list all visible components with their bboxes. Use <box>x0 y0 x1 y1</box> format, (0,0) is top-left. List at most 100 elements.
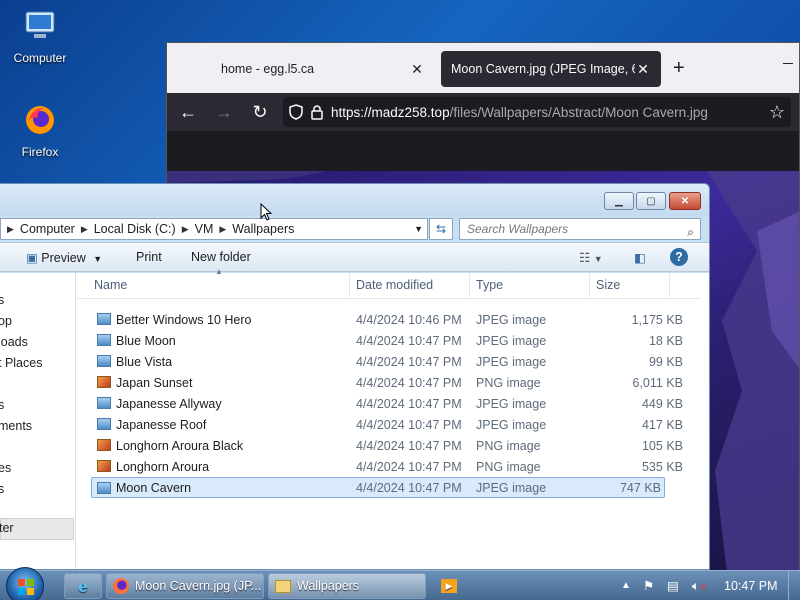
back-icon[interactable]: ← <box>175 99 201 125</box>
maximize-button[interactable]: ▢ <box>636 192 666 210</box>
file-type: PNG image <box>476 376 541 390</box>
desktop-icon-label: Firefox <box>21 145 59 159</box>
internet-explorer-icon: e <box>77 576 89 596</box>
nav-item[interactable]: es <box>0 461 11 475</box>
file-size: 417 KB <box>641 418 683 432</box>
url-bar[interactable]: https://madz258.top/files/Wallpapers/Abs… <box>283 97 791 127</box>
clock[interactable]: 10:47 PM <box>724 571 778 600</box>
command-bar: ▣ Preview ▼ Print New folder ☷ ▼ ◧ ? <box>0 242 709 272</box>
show-desktop-button[interactable] <box>788 571 800 600</box>
nav-item[interactable]: s <box>0 398 4 412</box>
chevron-right-icon[interactable]: ▶ <box>79 224 90 235</box>
main-pane: s op loads t Places s ments es s ter ▲ N… <box>0 267 709 569</box>
table-row[interactable]: Moon Cavern 4/4/2024 10:47 PM JPEG image 74… <box>91 477 665 498</box>
table-row[interactable]: Longhorn Aroura Black 4/4/2024 10:47 PM PN… <box>77 435 701 456</box>
image-file-icon <box>97 460 111 472</box>
address-bar[interactable]: ▶ Computer ▶ Local Disk (C:) ▶ VM ▶ Wall… <box>0 218 428 240</box>
file-type: JPEG image <box>476 313 547 327</box>
column-header-date[interactable]: Date modified <box>356 278 433 292</box>
desktop-icon-computer[interactable]: Computer <box>0 8 80 65</box>
search-icon: ⌕ <box>687 225 694 239</box>
table-row[interactable]: Better Windows 10 Hero 4/4/2024 10:46 PM J… <box>77 309 701 330</box>
table-row[interactable]: Japan Sunset 4/4/2024 10:47 PM PNG image 6,… <box>77 372 701 393</box>
tab-label: Moon Cavern.jpg (JPEG Image, 6000 <box>451 62 635 76</box>
nav-item[interactable]: s <box>0 482 4 496</box>
table-row[interactable]: Japanesse Allyway 4/4/2024 10:47 PM JPEG i… <box>77 393 701 414</box>
close-icon[interactable]: ✕ <box>409 61 425 78</box>
desktop-icon-firefox[interactable]: Firefox <box>0 102 80 159</box>
nav-item[interactable]: op <box>0 314 12 328</box>
taskbar-explorer-button[interactable]: Wallpapers <box>268 573 426 599</box>
lock-icon[interactable] <box>311 104 323 120</box>
shield-icon[interactable] <box>289 104 303 120</box>
navigation-pane: s op loads t Places s ments es s ter <box>0 273 76 569</box>
view-options-button[interactable]: ☷ ▼ <box>579 250 603 265</box>
flag-icon[interactable]: ⚑ <box>643 571 654 600</box>
nav-item[interactable]: loads <box>0 335 28 349</box>
start-button[interactable] <box>6 567 44 600</box>
file-size: 449 KB <box>641 397 683 411</box>
url-text[interactable]: https://madz258.top/files/Wallpapers/Abs… <box>331 105 761 120</box>
nav-item[interactable]: t Places <box>0 356 42 370</box>
column-header-size[interactable]: Size <box>596 278 620 292</box>
breadcrumb-vm[interactable]: VM <box>191 222 218 236</box>
file-date: 4/4/2024 10:47 PM <box>356 376 462 390</box>
file-size: 18 KB <box>648 334 683 348</box>
nav-item-selected[interactable]: ter <box>0 518 74 540</box>
chevron-down-icon[interactable]: ▼ <box>414 224 423 234</box>
print-button[interactable]: Print <box>136 250 162 264</box>
taskbar-media-button[interactable]: ▶ <box>434 573 464 599</box>
taskbar-ie-button[interactable]: e <box>64 573 102 599</box>
volume-muted-icon[interactable]: 🔈︎✕ <box>692 571 707 600</box>
new-tab-icon[interactable]: + <box>673 57 685 80</box>
close-icon[interactable]: ✕ <box>635 61 651 78</box>
chevron-right-icon[interactable]: ▶ <box>5 224 16 235</box>
breadcrumb-local-disk[interactable]: Local Disk (C:) <box>90 222 180 236</box>
close-button[interactable]: ✕ <box>669 192 701 210</box>
file-type: JPEG image <box>476 334 547 348</box>
search-input[interactable]: Search Wallpapers ⌕ <box>459 218 701 240</box>
show-hidden-icons[interactable]: ▲ <box>621 571 631 600</box>
star-icon[interactable]: ☆ <box>769 102 785 123</box>
chevron-right-icon[interactable]: ▶ <box>217 224 228 235</box>
file-type: JPEG image <box>476 355 547 369</box>
minimize-icon[interactable] <box>783 63 793 64</box>
nav-item[interactable]: s <box>0 293 4 307</box>
preview-pane-icon[interactable]: ◧ <box>634 250 646 265</box>
file-date: 4/4/2024 10:47 PM <box>356 439 462 453</box>
taskbar-button-label: Wallpapers <box>297 579 360 593</box>
media-player-icon: ▶ <box>441 579 457 593</box>
table-row[interactable]: Japanesse Roof 4/4/2024 10:47 PM JPEG imag… <box>77 414 701 435</box>
breadcrumb-wallpapers[interactable]: Wallpapers <box>228 222 298 236</box>
reload-icon[interactable]: ↻ <box>247 99 273 125</box>
url-host: https://madz258.top <box>331 104 450 120</box>
file-name: Longhorn Aroura Black <box>116 439 244 453</box>
new-folder-button[interactable]: New folder <box>191 250 251 264</box>
refresh-button[interactable]: ⇆ <box>429 218 453 240</box>
file-name: Blue Vista <box>116 355 173 369</box>
taskbar-firefox-button[interactable]: Moon Cavern.jpg (JP... <box>106 573 264 599</box>
network-icon[interactable]: ▤ <box>667 571 679 600</box>
nav-item[interactable]: ments <box>0 419 32 433</box>
file-date: 4/4/2024 10:47 PM <box>356 418 462 432</box>
file-type: JPEG image <box>476 418 547 432</box>
column-header-row: ▲ Name Date modified Type Size <box>77 267 701 299</box>
column-header-name[interactable]: Name <box>94 278 127 292</box>
breadcrumb-computer[interactable]: Computer <box>16 222 79 236</box>
file-name: Moon Cavern <box>116 481 192 495</box>
help-icon[interactable]: ? <box>670 248 688 266</box>
column-header-type[interactable]: Type <box>476 278 503 292</box>
tab-home[interactable]: home - egg.l5.ca ✕ <box>211 51 435 87</box>
table-row[interactable]: Blue Vista 4/4/2024 10:47 PM JPEG image 99 … <box>77 351 701 372</box>
forward-icon[interactable]: → <box>211 99 237 125</box>
taskbar-button-label: Moon Cavern.jpg (JP... <box>135 579 262 593</box>
chevron-right-icon[interactable]: ▶ <box>180 224 191 235</box>
preview-button[interactable]: ▣ Preview ▼ <box>26 250 102 265</box>
table-row[interactable]: Blue Moon 4/4/2024 10:47 PM JPEG image 18 K… <box>77 330 701 351</box>
file-size: 105 KB <box>641 439 683 453</box>
minimize-button[interactable]: ▁ <box>604 192 634 210</box>
table-row[interactable]: Longhorn Aroura 4/4/2024 10:47 PM PNG imag… <box>77 456 701 477</box>
file-date: 4/4/2024 10:47 PM <box>356 460 462 474</box>
explorer-titlebar: ▁ ▢ ✕ <box>0 184 709 216</box>
tab-moon-cavern[interactable]: Moon Cavern.jpg (JPEG Image, 6000 ✕ <box>441 51 661 87</box>
